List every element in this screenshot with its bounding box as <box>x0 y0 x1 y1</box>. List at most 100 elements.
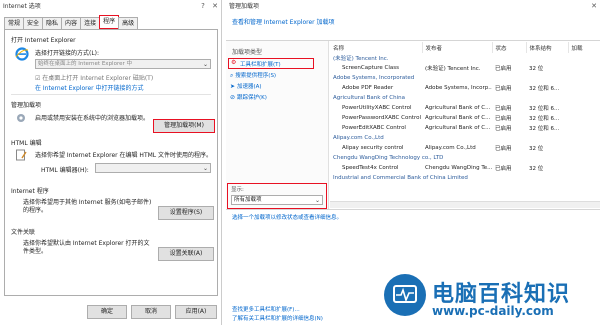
internet-programs-desc: 选择你希望用于其他 Internet 服务(如电子邮件)的程序。 <box>23 199 152 214</box>
group-row: Industrial and Commercial Bank of China … <box>330 173 600 183</box>
tab-6[interactable]: 高级 <box>118 17 139 29</box>
cell-load <box>568 113 600 123</box>
group-name: Agricultural Bank of China <box>333 95 405 101</box>
cell-publisher: Agricultural Bank of C... <box>425 125 491 131</box>
addon-type-label: 跟踪保护(K) <box>236 95 267 101</box>
cell-name: PowerPasswordXABC Control <box>342 115 421 121</box>
file-assoc-desc: 选择你希望默认由 Internet Explorer 打开的文件类型。 <box>23 240 150 255</box>
group-row: Agricultural Bank of China <box>330 93 600 103</box>
column-header[interactable]: 名称 <box>330 42 423 53</box>
help-button[interactable]: ? <box>197 2 209 10</box>
cell-load <box>568 163 600 173</box>
tab-5[interactable]: 程序 <box>99 15 120 29</box>
cell-status: 已启用 <box>495 126 512 132</box>
table-row[interactable]: PowerPasswordXABC Control Agricultural Ba… <box>330 113 600 123</box>
addon-types-pane: 加载项类型 ⚙ 工具栏和扩展(T) ⌕ 搜索提供程序(S) ➤ 加速器(A) ⊘… <box>226 41 329 209</box>
open-links-combo[interactable]: 始终在桌面上的 Internet Explorer 中 ⌄ <box>35 59 211 69</box>
show-combo-value: 所有加载项 <box>234 197 262 203</box>
show-combo[interactable]: 所有加载项 ⌄ <box>231 195 323 205</box>
table-row[interactable]: SpeedTest4x Control Chengdu WangDing Te..… <box>330 163 600 173</box>
tab-1[interactable]: 安全 <box>23 17 44 29</box>
addon-type-tracking[interactable]: ⊘ 跟踪保护(K) <box>230 93 267 101</box>
open-tiles-checkbox[interactable]: ☑ 在桌面上打开 Internet Explorer 磁贴(T) <box>35 73 153 82</box>
cell-publisher: Adobe Systems, Incorp... <box>425 85 492 91</box>
cell-load <box>568 143 600 153</box>
tab-2[interactable]: 隐私 <box>42 17 63 29</box>
dialog-title: Internet 选项 <box>3 3 41 10</box>
cell-name: ScreenCapture Class <box>342 65 399 71</box>
column-header[interactable]: 状态 <box>492 42 527 53</box>
cancel-button[interactable]: 取消 <box>131 305 171 319</box>
internet-options-dialog: Internet 选项 ? ✕ 常规 安全 隐私 内容 连接 程序 高级 打开 Intern… <box>0 0 222 325</box>
table-row[interactable]: PowerUtilityXABC Control Agricultural Ban… <box>330 103 600 113</box>
cell-load <box>568 123 600 133</box>
tab-0[interactable]: 常规 <box>4 17 25 29</box>
group-row: Alipay.com Co.,Ltd <box>330 133 600 143</box>
chevron-down-icon: ⌄ <box>314 197 320 204</box>
table-row[interactable]: ScreenCapture Class (未验证) Tencent Inc. 已启用… <box>330 63 600 73</box>
pulse-logo-icon <box>384 274 426 316</box>
search-icon: ⌕ <box>230 72 234 79</box>
find-more-link[interactable]: 查找更多工具栏和扩展(F)... <box>232 305 300 313</box>
column-header[interactable]: 体系结构 <box>526 42 569 53</box>
manage-addons-titlebar: 管理加载项 ✕ <box>226 0 600 11</box>
column-header[interactable]: 加载 <box>568 42 600 53</box>
addon-type-label: 加速器(A) <box>236 84 262 90</box>
window-close-button[interactable]: ✕ <box>588 2 600 10</box>
watermark-url: www.pc-daily.com <box>432 304 554 318</box>
section-internet-programs-heading: Internet 程序 <box>11 188 49 195</box>
shield-icon: ⊘ <box>230 94 236 101</box>
chevron-down-icon: ⌄ <box>202 165 208 172</box>
table-header: 名称 发布者 状态 体系结构 加载 <box>330 42 600 53</box>
set-programs-button[interactable]: 设置程序(S) <box>158 206 214 220</box>
cell-name: Adobe PDF Reader <box>342 85 394 91</box>
addon-type-search[interactable]: ⌕ 搜索提供程序(S) <box>230 71 276 80</box>
show-filter-group: 显示: 所有加载项 ⌄ <box>227 183 327 209</box>
divider <box>11 94 211 95</box>
table-row[interactable]: Alipay security control Alipay.com Co.,Lt… <box>330 143 600 153</box>
apply-button[interactable]: 应用(A) <box>175 305 217 319</box>
learn-more-link[interactable]: 了解有关工具栏和扩展的详细信息(N) <box>232 314 323 322</box>
close-button[interactable]: ✕ <box>209 2 221 10</box>
group-name: Industrial and Commercial Bank of China … <box>333 175 468 181</box>
addon-types-label: 加载项类型 <box>232 49 263 56</box>
cell-status: 已启用 <box>495 106 512 112</box>
watermark: 电脑百科知识 www.pc-daily.com <box>382 270 600 325</box>
header-link[interactable]: 查看和管理 Internet Explorer 加载项 <box>232 17 335 26</box>
details-hint: 选择一个加载项以修改状态或查看详细信息。 <box>232 215 343 221</box>
cell-load <box>568 83 600 93</box>
table-row[interactable]: PowerEditXABC Control Agricultural Bank o… <box>330 123 600 133</box>
html-editing-desc: 选择你希望 Internet Explorer 在编辑 HTML 文件时使用的程… <box>35 152 213 159</box>
cell-name: PowerUtilityXABC Control <box>342 105 412 111</box>
section-html-editing-heading: HTML 编辑 <box>11 140 42 147</box>
cell-status: 已启用 <box>495 166 512 172</box>
open-links-help-link[interactable]: 在 Internet Explorer 中打开链接的方式 <box>35 83 144 92</box>
section-open-ie-heading: 打开 Internet Explorer <box>11 37 76 44</box>
cell-status: 已启用 <box>495 86 512 92</box>
section-addons-heading: 管理加载项 <box>11 102 42 109</box>
addon-type-accelerators[interactable]: ➤ 加速器(A) <box>230 82 262 90</box>
addon-type-toolbars[interactable]: ⚙ 工具栏和扩展(T) <box>228 58 314 69</box>
internet-options-titlebar: Internet 选项 ? ✕ <box>0 0 221 11</box>
cell-arch: 32 位和 6... <box>529 126 560 132</box>
window-title: 管理加载项 <box>229 3 260 10</box>
details-divider <box>226 209 600 210</box>
html-editor-combo[interactable]: ⌄ <box>95 163 211 173</box>
horizontal-scrollbar[interactable] <box>330 201 600 208</box>
group-row: (未验证) Tencent Inc. <box>330 53 600 63</box>
set-associations-button[interactable]: 设置关联(A) <box>158 247 214 261</box>
column-header[interactable]: 发布者 <box>422 42 493 53</box>
cell-load <box>568 63 600 73</box>
cell-name: SpeedTest4x Control <box>342 165 399 171</box>
addons-table: 名称 发布者 状态 体系结构 加载 (未验证) Tencent Inc. ScreenCa… <box>330 42 600 202</box>
tab-4[interactable]: 连接 <box>80 17 101 29</box>
group-name: (未验证) Tencent Inc. <box>333 56 389 62</box>
tab-3[interactable]: 内容 <box>61 17 82 29</box>
cell-status: 已启用 <box>495 66 512 72</box>
ok-button[interactable]: 确定 <box>87 305 127 319</box>
manage-addons-button[interactable]: 管理加载项(M) <box>153 119 215 133</box>
cell-publisher: Agricultural Bank of C... <box>425 115 491 121</box>
table-row[interactable]: Adobe PDF Reader Adobe Systems, Incorp...… <box>330 83 600 93</box>
open-ie-desc: 选择打开链接的方式(L): <box>35 50 100 57</box>
cell-arch: 32 位 <box>529 146 544 152</box>
